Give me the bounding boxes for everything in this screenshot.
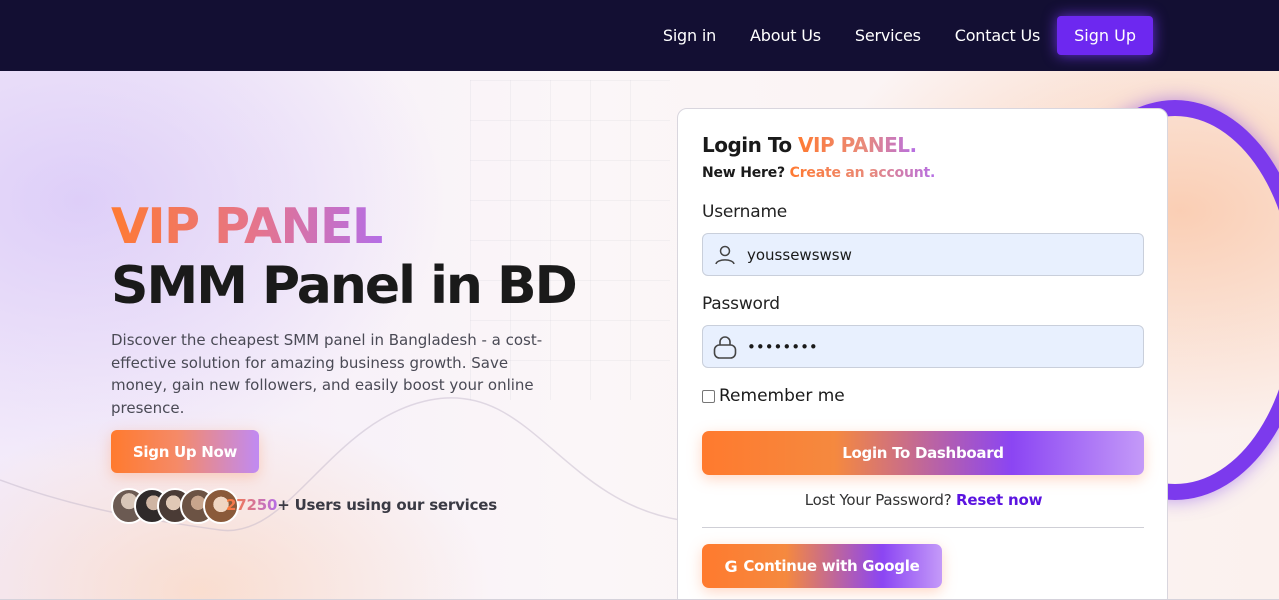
username-field[interactable]: youssewswsw — [702, 233, 1144, 276]
google-icon: G — [724, 556, 738, 576]
password-value: •••••••• — [747, 337, 818, 356]
login-title: Login To VIP PANEL. — [702, 133, 917, 157]
nav-sign-up-button[interactable]: Sign Up — [1057, 16, 1153, 55]
remember-me-checkbox[interactable] — [702, 389, 715, 403]
user-icon — [703, 243, 747, 267]
nav-about-us[interactable]: About Us — [750, 26, 821, 45]
remember-me[interactable]: Remember me — [702, 386, 845, 406]
hero-brand-title: VIP PANEL — [111, 198, 383, 255]
lost-password-line: Lost Your Password? Reset now — [678, 491, 1169, 509]
login-card: Login To VIP PANEL. New Here? Create an … — [677, 108, 1168, 600]
remember-me-label: Remember me — [719, 386, 845, 406]
new-here-line: New Here? Create an account. — [702, 165, 935, 181]
google-button-label: Continue with Google — [743, 557, 920, 575]
nav-sign-in[interactable]: Sign in — [663, 26, 716, 45]
top-navbar: Sign in About Us Services Contact Us Sig… — [0, 0, 1279, 71]
new-here-text: New Here? — [702, 165, 790, 181]
login-button[interactable]: Login To Dashboard — [702, 431, 1144, 475]
nav-contact-us[interactable]: Contact Us — [955, 26, 1041, 45]
users-count: 27250 — [226, 496, 278, 514]
username-label: Username — [702, 202, 788, 222]
hero-description: Discover the cheapest SMM panel in Bangl… — [111, 331, 543, 417]
login-title-brand: VIP PANEL. — [798, 133, 917, 157]
password-label: Password — [702, 294, 780, 314]
reset-password-link[interactable]: Reset now — [956, 491, 1042, 509]
lock-icon — [703, 334, 747, 360]
login-title-prefix: Login To — [702, 133, 799, 157]
create-account-link[interactable]: Create an account. — [790, 165, 936, 181]
username-value: youssewswsw — [747, 245, 852, 264]
users-suffix: + Users using our services — [277, 496, 498, 514]
users-count-text: 27250+ Users using our services — [226, 496, 497, 514]
divider — [702, 527, 1144, 528]
password-field[interactable]: •••••••• — [702, 325, 1144, 368]
user-avatars — [111, 488, 239, 524]
nav-services[interactable]: Services — [855, 26, 921, 45]
sign-up-now-button[interactable]: Sign Up Now — [111, 430, 259, 473]
hero-headline: SMM Panel in BD — [111, 256, 578, 316]
lost-password-text: Lost Your Password? — [804, 491, 957, 509]
google-login-button[interactable]: G Continue with Google — [702, 544, 942, 588]
